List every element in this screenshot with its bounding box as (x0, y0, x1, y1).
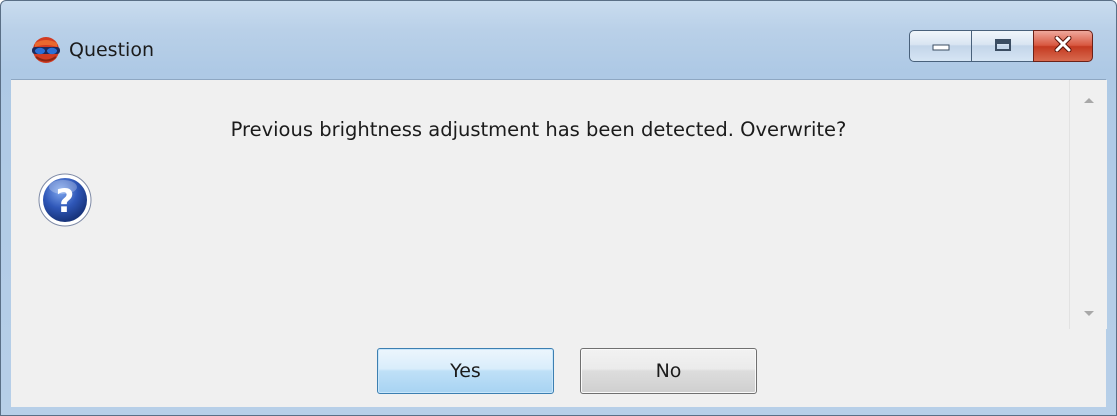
minimize-button[interactable] (909, 30, 972, 62)
maximize-button[interactable] (971, 30, 1034, 62)
no-button[interactable]: No (580, 348, 757, 394)
arrow-down-icon (1083, 303, 1095, 322)
svg-text:?: ? (56, 182, 75, 220)
dialog-body: ? Previous brightness adjustment has bee… (11, 79, 1107, 407)
arrow-up-icon (1083, 89, 1095, 108)
scroll-down-button[interactable] (1070, 300, 1107, 324)
scroll-up-button[interactable] (1070, 86, 1107, 110)
question-mark-icon: ? (37, 172, 93, 228)
title-bar[interactable]: Question (1, 1, 1116, 79)
window-title: Question (69, 39, 154, 61)
dialog-window: Question ? Previous brightness adjustmen… (0, 0, 1117, 416)
minimize-icon (931, 37, 951, 56)
close-button[interactable] (1033, 30, 1093, 62)
vertical-scrollbar[interactable] (1069, 80, 1107, 329)
3d-glasses-globe-icon (29, 35, 63, 65)
maximize-icon (994, 37, 1012, 56)
dialog-message: Previous brightness adjustment has been … (230, 118, 847, 141)
yes-button[interactable]: Yes (377, 348, 554, 394)
close-icon (1053, 35, 1073, 56)
